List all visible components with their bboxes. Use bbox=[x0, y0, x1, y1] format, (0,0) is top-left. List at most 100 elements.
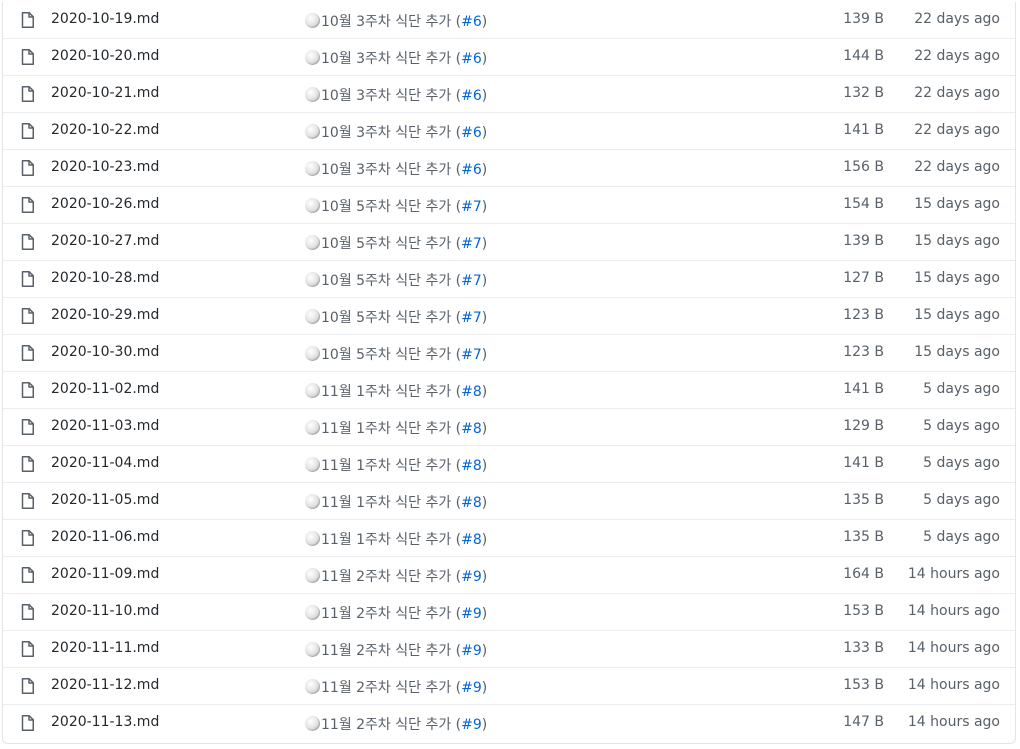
commit-age[interactable]: 22 days ago bbox=[914, 159, 1000, 175]
commit-age[interactable]: 15 days ago bbox=[914, 344, 1000, 360]
commit-message-link[interactable]: 11월 1주차 식단 추가 ( bbox=[321, 458, 461, 474]
commit-message-end[interactable]: ) bbox=[482, 88, 487, 104]
commit-age[interactable]: 15 days ago bbox=[914, 196, 1000, 212]
commit-message-end[interactable]: ) bbox=[482, 51, 487, 67]
file-name-link[interactable]: 2020-11-12.md bbox=[51, 677, 159, 693]
commit-age[interactable]: 5 days ago bbox=[923, 455, 1000, 471]
commit-message-link[interactable]: 10월 5주차 식단 추가 ( bbox=[321, 310, 461, 326]
commit-message-link[interactable]: 11월 1주차 식단 추가 ( bbox=[321, 384, 461, 400]
commit-message-end[interactable]: ) bbox=[482, 421, 487, 437]
commit-age[interactable]: 22 days ago bbox=[914, 85, 1000, 101]
commit-message-end[interactable]: ) bbox=[482, 606, 487, 622]
pull-request-link[interactable]: #8 bbox=[461, 532, 482, 548]
commit-message-link[interactable]: 10월 5주차 식단 추가 ( bbox=[321, 236, 461, 252]
pull-request-link[interactable]: #6 bbox=[461, 88, 482, 104]
commit-message-link[interactable]: 10월 3주차 식단 추가 ( bbox=[321, 125, 461, 141]
commit-age[interactable]: 14 hours ago bbox=[908, 640, 1000, 656]
pull-request-link[interactable]: #6 bbox=[461, 51, 482, 67]
pull-request-link[interactable]: #9 bbox=[461, 680, 482, 696]
commit-age[interactable]: 22 days ago bbox=[914, 122, 1000, 138]
pull-request-link[interactable]: #8 bbox=[461, 458, 482, 474]
commit-age[interactable]: 14 hours ago bbox=[908, 603, 1000, 619]
file-name-link[interactable]: 2020-10-21.md bbox=[51, 85, 159, 101]
pull-request-link[interactable]: #9 bbox=[461, 606, 482, 622]
commit-message-end[interactable]: ) bbox=[482, 569, 487, 585]
commit-age[interactable]: 15 days ago bbox=[914, 270, 1000, 286]
commit-message-link[interactable]: 11월 1주차 식단 추가 ( bbox=[321, 421, 461, 437]
file-name-link[interactable]: 2020-11-03.md bbox=[51, 418, 159, 434]
commit-age[interactable]: 15 days ago bbox=[914, 233, 1000, 249]
pull-request-link[interactable]: #8 bbox=[461, 384, 482, 400]
commit-age[interactable]: 14 hours ago bbox=[908, 714, 1000, 730]
commit-message-link[interactable]: 10월 5주차 식단 추가 ( bbox=[321, 347, 461, 363]
pull-request-link[interactable]: #7 bbox=[461, 347, 482, 363]
pull-request-link[interactable]: #8 bbox=[461, 495, 482, 511]
commit-message-end[interactable]: ) bbox=[482, 384, 487, 400]
file-name-link[interactable]: 2020-11-05.md bbox=[51, 492, 159, 508]
commit-age[interactable]: 15 days ago bbox=[914, 307, 1000, 323]
file-name-link[interactable]: 2020-10-27.md bbox=[51, 233, 159, 249]
pull-request-link[interactable]: #6 bbox=[461, 125, 482, 141]
pull-request-link[interactable]: #6 bbox=[461, 162, 482, 178]
file-name-link[interactable]: 2020-10-26.md bbox=[51, 196, 159, 212]
commit-message-end[interactable]: ) bbox=[482, 162, 487, 178]
pull-request-link[interactable]: #7 bbox=[461, 273, 482, 289]
commit-message-end[interactable]: ) bbox=[482, 680, 487, 696]
commit-message-end[interactable]: ) bbox=[482, 310, 487, 326]
pull-request-link[interactable]: #6 bbox=[461, 14, 482, 30]
file-name-link[interactable]: 2020-11-13.md bbox=[51, 714, 159, 730]
commit-message-link[interactable]: 11월 1주차 식단 추가 ( bbox=[321, 495, 461, 511]
file-name-link[interactable]: 2020-10-23.md bbox=[51, 159, 159, 175]
commit-age[interactable]: 14 hours ago bbox=[908, 677, 1000, 693]
commit-message-end[interactable]: ) bbox=[482, 199, 487, 215]
file-name-link[interactable]: 2020-11-06.md bbox=[51, 529, 159, 545]
commit-age[interactable]: 5 days ago bbox=[923, 381, 1000, 397]
pull-request-link[interactable]: #9 bbox=[461, 643, 482, 659]
commit-message-end[interactable]: ) bbox=[482, 643, 487, 659]
commit-message-link[interactable]: 11월 2주차 식단 추가 ( bbox=[321, 606, 461, 622]
commit-message-end[interactable]: ) bbox=[482, 347, 487, 363]
commit-message-link[interactable]: 10월 5주차 식단 추가 ( bbox=[321, 273, 461, 289]
commit-message-link[interactable]: 10월 5주차 식단 추가 ( bbox=[321, 199, 461, 215]
commit-age[interactable]: 5 days ago bbox=[923, 529, 1000, 545]
file-name-link[interactable]: 2020-10-22.md bbox=[51, 122, 159, 138]
file-name-link[interactable]: 2020-11-04.md bbox=[51, 455, 159, 471]
commit-message-end[interactable]: ) bbox=[482, 125, 487, 141]
commit-message-link[interactable]: 10월 3주차 식단 추가 ( bbox=[321, 162, 461, 178]
commit-age[interactable]: 22 days ago bbox=[914, 48, 1000, 64]
pull-request-link[interactable]: #8 bbox=[461, 421, 482, 437]
commit-message-link[interactable]: 11월 2주차 식단 추가 ( bbox=[321, 717, 461, 733]
commit-message-link[interactable]: 10월 3주차 식단 추가 ( bbox=[321, 14, 461, 30]
pull-request-link[interactable]: #7 bbox=[461, 199, 482, 215]
commit-message-end[interactable]: ) bbox=[482, 273, 487, 289]
commit-message-link[interactable]: 11월 2주차 식단 추가 ( bbox=[321, 680, 461, 696]
file-name-link[interactable]: 2020-11-10.md bbox=[51, 603, 159, 619]
commit-message-link[interactable]: 11월 1주차 식단 추가 ( bbox=[321, 532, 461, 548]
file-name-link[interactable]: 2020-10-28.md bbox=[51, 270, 159, 286]
file-name-link[interactable]: 2020-10-20.md bbox=[51, 48, 159, 64]
file-name-link[interactable]: 2020-10-19.md bbox=[51, 11, 159, 27]
file-name-link[interactable]: 2020-10-29.md bbox=[51, 307, 159, 323]
file-name-link[interactable]: 2020-11-11.md bbox=[51, 640, 159, 656]
pull-request-link[interactable]: #7 bbox=[461, 310, 482, 326]
commit-message-end[interactable]: ) bbox=[482, 532, 487, 548]
commit-message-end[interactable]: ) bbox=[482, 14, 487, 30]
pull-request-link[interactable]: #9 bbox=[461, 717, 482, 733]
commit-message-end[interactable]: ) bbox=[482, 458, 487, 474]
commit-message-link[interactable]: 10월 3주차 식단 추가 ( bbox=[321, 51, 461, 67]
file-name-link[interactable]: 2020-10-30.md bbox=[51, 344, 159, 360]
commit-message-link[interactable]: 10월 3주차 식단 추가 ( bbox=[321, 88, 461, 104]
file-name-link[interactable]: 2020-11-02.md bbox=[51, 381, 159, 397]
commit-message-end[interactable]: ) bbox=[482, 236, 487, 252]
commit-message-link[interactable]: 11월 2주차 식단 추가 ( bbox=[321, 643, 461, 659]
file-name-link[interactable]: 2020-11-09.md bbox=[51, 566, 159, 582]
pull-request-link[interactable]: #7 bbox=[461, 236, 482, 252]
commit-age[interactable]: 22 days ago bbox=[914, 11, 1000, 27]
pull-request-link[interactable]: #9 bbox=[461, 569, 482, 585]
commit-age[interactable]: 5 days ago bbox=[923, 418, 1000, 434]
commit-message-end[interactable]: ) bbox=[482, 495, 487, 511]
commit-message-link[interactable]: 11월 2주차 식단 추가 ( bbox=[321, 569, 461, 585]
commit-message-end[interactable]: ) bbox=[482, 717, 487, 733]
commit-age[interactable]: 5 days ago bbox=[923, 492, 1000, 508]
commit-age[interactable]: 14 hours ago bbox=[908, 566, 1000, 582]
